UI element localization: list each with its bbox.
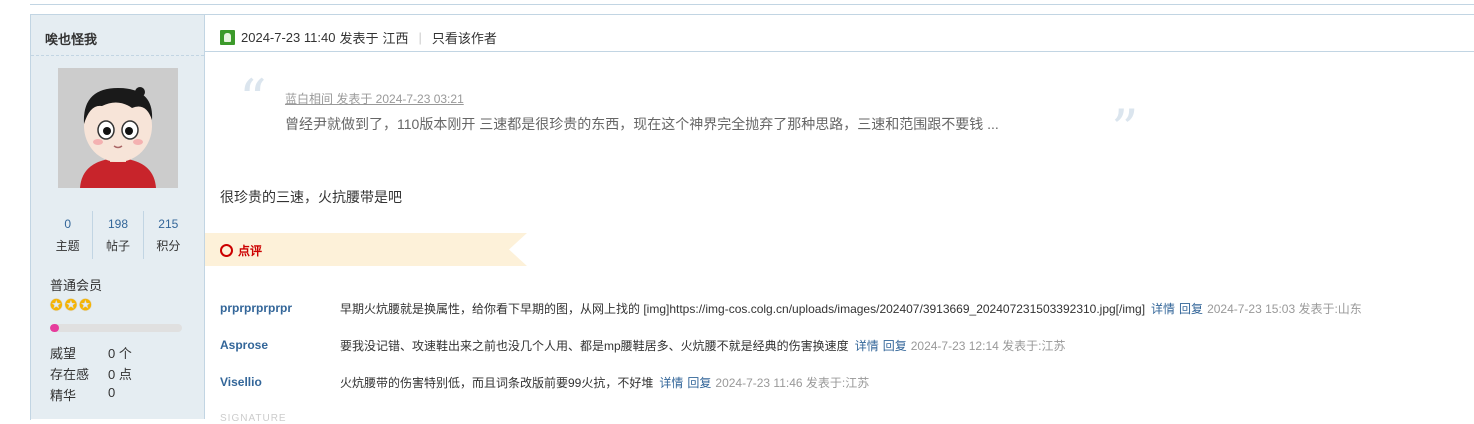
level-progress-fill <box>50 324 60 332</box>
comment-time: 2024-7-23 12:14 发表于:江苏 <box>910 338 1066 353</box>
stat-posts-label: 帖子 <box>105 239 130 253</box>
comment-time: 2024-7-23 15:03 发表于:山东 <box>1207 301 1362 316</box>
info-key: 存在感 <box>50 367 90 382</box>
user-rank-stars: ✪ ✪ ✪ <box>50 298 92 314</box>
stat-points[interactable]: 215 积分 <box>142 211 193 259</box>
post-location: 江西 <box>382 31 409 46</box>
quote-header-link[interactable]: 蓝白相间 发表于 2024-7-23 03:21 <box>285 90 464 107</box>
comment-text: 火炕腰带的伤害特别低，而且词条改版前要99火抗，不好堆 <box>340 375 654 390</box>
stat-threads-label: 主题 <box>55 239 80 253</box>
user-info-list: 威望 0 个 存在感 0 点 精华 0 <box>50 343 132 406</box>
avatar-image <box>58 68 178 188</box>
comment-row: Visellio 火炕腰带的伤害特别低，而且词条改版前要99火抗，不好堆 详情 … <box>220 372 869 392</box>
comment-detail-link[interactable]: 详情 <box>855 337 879 354</box>
quote-body: 曾经尹就做到了，110版本刚开 三速都是很珍贵的东西，现在这个神界完全抛弃了那种… <box>285 116 999 132</box>
comment-row: Asprose 要我没记错、攻速鞋出来之前也没几个人用、都是mp腰鞋居多、火炕腰… <box>220 335 1065 355</box>
user-group[interactable]: 普通会员 <box>50 275 102 294</box>
quote-close-icon: ” <box>1111 98 1139 161</box>
sidebar-divider <box>31 55 204 56</box>
comment-text: 早期火炕腰就是换属性，给你看下早期的图，从网上找的 [img]https://i… <box>340 301 1146 316</box>
comment-text: 要我没记错、攻速鞋出来之前也没几个人用、都是mp腰鞋居多、火炕腰不就是经典的伤害… <box>340 338 849 353</box>
star-icon: ✪ <box>64 297 78 314</box>
meta-separator: | <box>418 30 422 45</box>
star-icon: ✪ <box>79 297 92 314</box>
info-value: 0 个 <box>108 346 132 361</box>
comment-time: 2024-7-23 11:46 发表于:江苏 <box>715 375 870 390</box>
stat-threads[interactable]: 0 主题 <box>43 211 92 259</box>
comment-user[interactable]: Asprose <box>220 338 340 352</box>
comment-reply-link[interactable]: 回复 <box>1179 300 1203 317</box>
stat-threads-count[interactable]: 0 <box>43 217 92 231</box>
info-row-digest: 精华 0 <box>50 385 132 406</box>
comment-user[interactable]: Visellio <box>220 375 340 389</box>
page-left-gutter <box>0 0 30 419</box>
comment-label-text: 点评 <box>238 244 263 258</box>
online-status-icon <box>220 30 235 45</box>
user-stats: 0 主题 198 帖子 215 积分 <box>43 211 193 259</box>
stat-posts[interactable]: 198 帖子 <box>92 211 142 259</box>
star-icon: ✪ <box>50 297 63 314</box>
post-content-area: 2024-7-23 11:40 发表于 江西 | 只看该作者 “ 蓝白相间 发表… <box>205 15 1474 424</box>
post-posted-at: 发表于 <box>339 31 379 46</box>
comment-detail-link[interactable]: 详情 <box>1151 300 1175 317</box>
comment-reply-link[interactable]: 回复 <box>687 374 711 391</box>
comment-label: 点评 <box>220 242 262 259</box>
level-progress-bar <box>50 324 182 332</box>
top-divider <box>30 0 1474 5</box>
stat-points-count[interactable]: 215 <box>144 217 193 231</box>
author-username[interactable]: 唉也怪我 <box>45 29 97 48</box>
stat-points-label: 积分 <box>156 239 181 253</box>
meta-divider <box>205 51 1474 52</box>
info-value: 0 <box>108 385 116 400</box>
comment-row: prprprprprpr 早期火炕腰就是换属性，给你看下早期的图，从网上找的 [… <box>220 298 1362 318</box>
info-row-presence: 存在感 0 点 <box>50 364 132 385</box>
avatar[interactable] <box>58 68 178 188</box>
info-key: 精华 <box>50 388 77 403</box>
info-value: 0 点 <box>108 367 132 382</box>
comment-detail-link[interactable]: 详情 <box>659 374 683 391</box>
comment-reply-link[interactable]: 回复 <box>883 337 907 354</box>
post-reply-text: 很珍贵的三速，火抗腰带是吧 <box>220 189 402 205</box>
quote-open-icon: “ <box>239 68 267 131</box>
info-key: 威望 <box>50 346 77 361</box>
only-author-link[interactable]: 只看该作者 <box>432 28 497 47</box>
stat-posts-count[interactable]: 198 <box>93 217 142 231</box>
comment-circle-icon <box>220 244 233 257</box>
post-meta: 2024-7-23 11:40 发表于 江西 | 只看该作者 <box>220 28 497 47</box>
comment-section-banner: 点评 <box>205 233 527 266</box>
info-row-prestige: 威望 0 个 <box>50 343 132 364</box>
author-sidebar: 唉也怪我 0 主题 198 帖子 215 积分 普通会员 ✪ ✪ ✪ 威望 0 … <box>31 15 205 419</box>
comment-user[interactable]: prprprprprpr <box>220 301 340 315</box>
post-time: 2024-7-23 11:40 <box>241 30 336 45</box>
